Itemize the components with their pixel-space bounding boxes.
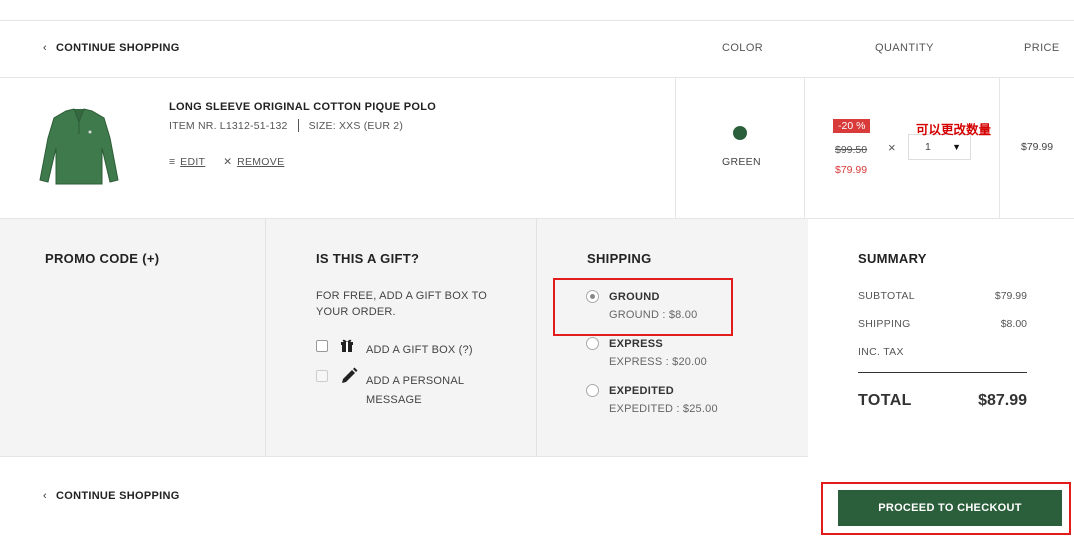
continue-shopping-label: CONTINUE SHOPPING: [55, 490, 180, 502]
color-name: GREEN: [722, 156, 761, 168]
color-column-header: COLOR: [722, 42, 764, 54]
quantity-value: 1: [925, 141, 931, 153]
edit-link[interactable]: ≡ EDIT: [169, 156, 205, 168]
column-divider: [999, 78, 1000, 218]
edit-icon: ≡: [169, 156, 176, 168]
price-column-header: PRICE: [1024, 42, 1060, 54]
meta-separator: [297, 119, 299, 132]
gift-desc-line1: FOR FREE, ADD A GIFT BOX TO: [316, 290, 488, 302]
column-divider: [675, 78, 676, 218]
highlight-box: [553, 278, 733, 336]
row-price: $79.99: [1021, 141, 1054, 153]
personal-message-line2: MESSAGE: [366, 394, 422, 406]
subtotal-value: $79.99: [994, 290, 1027, 302]
personal-message-label: ADD A PERSONAL MESSAGE: [366, 372, 464, 410]
continue-shopping-link[interactable]: ‹ CONTINUE SHOPPING: [43, 42, 180, 54]
summary-title: SUMMARY: [858, 251, 927, 266]
product-name[interactable]: LONG SLEEVE ORIGINAL COTTON PIQUE POLO: [169, 101, 436, 113]
color-swatch: [733, 126, 747, 140]
product-meta: ITEM NR. L1312-51-132 SIZE: XXS (EUR 2): [169, 119, 403, 132]
total-value: $87.99: [978, 392, 1027, 409]
sale-price: $79.99: [835, 164, 868, 176]
continue-shopping-label: CONTINUE SHOPPING: [55, 42, 180, 54]
shipping-cost-label: SHIPPING: [858, 318, 911, 330]
item-number: ITEM NR. L1312-51-132: [169, 119, 288, 132]
shipping-express-radio[interactable]: [586, 337, 599, 350]
cart-item-row: LONG SLEEVE ORIGINAL COTTON PIQUE POLO I…: [0, 78, 1074, 219]
promo-code-toggle[interactable]: PROMO CODE (+): [45, 251, 159, 266]
shipping-option-detail: EXPEDITED : $25.00: [609, 403, 718, 415]
quantity-column-header: QUANTITY: [875, 42, 934, 54]
continue-shopping-link-bottom[interactable]: ‹ CONTINUE SHOPPING: [43, 490, 180, 502]
remove-label: REMOVE: [237, 156, 285, 168]
subtotal-label: SUBTOTAL: [858, 290, 915, 302]
gift-desc-line2: YOUR ORDER.: [316, 306, 396, 318]
multiply-icon: ×: [888, 140, 896, 155]
gift-description: FOR FREE, ADD A GIFT BOX TO YOUR ORDER.: [316, 288, 487, 320]
remove-link[interactable]: ✕ REMOVE: [223, 156, 284, 168]
panel-divider: [536, 219, 537, 457]
pencil-icon: [342, 367, 358, 383]
item-actions: ≡ EDIT ✕ REMOVE: [169, 156, 284, 168]
panel-divider: [265, 219, 266, 457]
summary-divider: [858, 372, 1027, 373]
gift-box-checkbox[interactable]: [316, 340, 328, 352]
gift-title: IS THIS A GIFT?: [316, 251, 420, 266]
chevron-left-icon: ‹: [43, 490, 47, 502]
shipping-title: SHIPPING: [587, 251, 652, 266]
original-price: $99.50: [835, 144, 868, 156]
shipping-expedited-radio[interactable]: [586, 384, 599, 397]
item-size: SIZE: XXS (EUR 2): [308, 119, 404, 132]
polo-shirt-image[interactable]: [38, 108, 120, 186]
shipping-option-detail: EXPRESS : $20.00: [609, 356, 707, 368]
personal-message-line1: ADD A PERSONAL: [366, 375, 465, 387]
total-label: TOTAL: [858, 392, 912, 409]
discount-badge: -20 %: [833, 119, 871, 133]
chevron-left-icon: ‹: [43, 42, 47, 54]
shipping-option-name: EXPRESS: [609, 338, 664, 350]
column-divider: [804, 78, 805, 218]
shipping-option-name: EXPEDITED: [609, 385, 675, 397]
annotation-text: 可以更改数量: [916, 123, 992, 137]
highlight-box: [821, 482, 1071, 535]
personal-message-checkbox[interactable]: [316, 370, 328, 382]
shipping-cost-value: $8.00: [1000, 318, 1027, 330]
gift-icon: [341, 339, 353, 352]
gift-box-label: ADD A GIFT BOX (?): [366, 344, 473, 356]
tax-label: INC. TAX: [858, 346, 904, 358]
caret-down-icon: ▼: [952, 142, 961, 152]
close-icon: ✕: [223, 156, 233, 168]
cart-header: ‹ CONTINUE SHOPPING COLOR QUANTITY PRICE: [0, 20, 1074, 78]
edit-label: EDIT: [180, 156, 206, 168]
